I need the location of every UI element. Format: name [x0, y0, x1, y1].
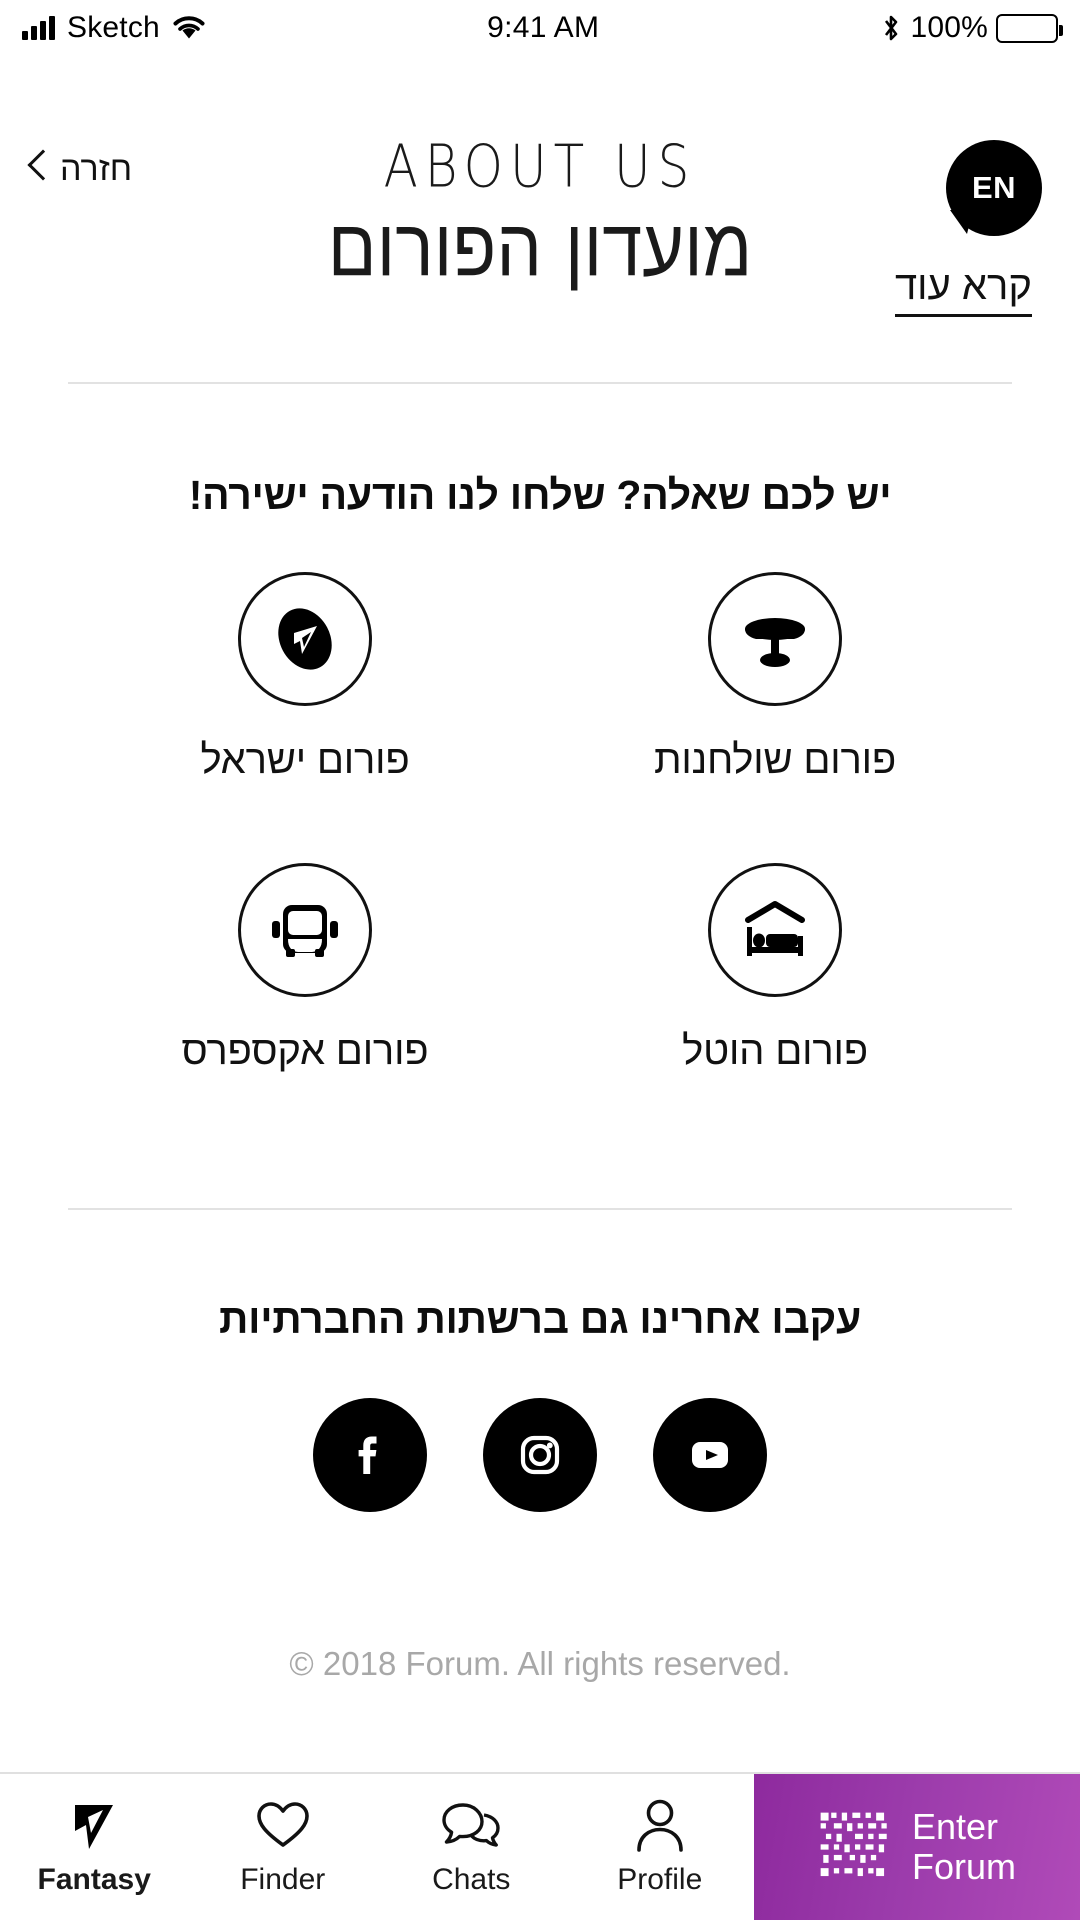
page-title-en: ABOUT US	[383, 132, 697, 201]
language-toggle-button[interactable]: EN	[946, 140, 1042, 236]
youtube-icon	[692, 1442, 728, 1468]
qr-code-icon	[820, 1812, 887, 1877]
divider-bottom	[68, 1208, 1012, 1210]
status-bar-left: Sketch	[22, 11, 206, 45]
forum-label: פורום ישראל	[200, 738, 410, 782]
status-bar-right: 100%	[880, 11, 1063, 45]
status-bar-center: 9:41 AM	[206, 11, 881, 45]
facebook-link[interactable]	[313, 1398, 427, 1512]
forum-label: פורום הוטל	[682, 1029, 868, 1073]
battery-percent-label: 100%	[910, 11, 988, 44]
enter-forum-line1: Enter	[911, 1805, 999, 1847]
language-badge-label: EN	[971, 170, 1017, 205]
bluetooth-icon	[885, 15, 898, 41]
chat-bubbles-icon	[440, 1797, 502, 1853]
bottom-tab-bar: Fantasy Finder Chats Profile Enter Forum	[0, 1772, 1080, 1920]
tab-label: Finder	[240, 1863, 326, 1896]
battery-full-icon	[996, 13, 1063, 43]
about-us-screen: Sketch 9:41 AM 100% חזרה ABOUT US מועדון	[0, 0, 1080, 1920]
signal-bars-icon	[22, 16, 55, 40]
status-bar: Sketch 9:41 AM 100%	[0, 0, 1080, 56]
forum-label: פורום אקספרס	[181, 1029, 429, 1073]
fantasy-logo-icon	[67, 1797, 121, 1853]
tab-chats[interactable]: Chats	[377, 1774, 566, 1920]
tab-label: Chats	[432, 1863, 511, 1896]
heart-icon	[255, 1797, 311, 1853]
instagram-icon	[520, 1435, 560, 1475]
carrier-label: Sketch	[67, 11, 160, 44]
instagram-link[interactable]	[483, 1398, 597, 1512]
forums-section-title: יש לכם שאלה? שלחו לנו הודעה ישירה!	[188, 472, 892, 518]
table-icon	[708, 572, 842, 706]
youtube-link[interactable]	[653, 1398, 767, 1512]
enter-forum-label: Enter Forum	[911, 1805, 1016, 1888]
divider-top	[68, 382, 1012, 384]
facebook-icon	[358, 1436, 377, 1474]
tab-list: Fantasy Finder Chats Profile	[0, 1774, 754, 1920]
enter-forum-button[interactable]: Enter Forum	[754, 1774, 1080, 1920]
tab-label: Profile	[617, 1863, 703, 1896]
page-title: ABOUT US מועדון הפורום	[0, 132, 1080, 290]
page-header: חזרה ABOUT US מועדון הפורום EN קרא עוד	[0, 58, 1080, 388]
forum-israel-logo-icon	[238, 572, 372, 706]
forum-label: פורום שולחנות	[653, 738, 897, 782]
bus-icon	[238, 863, 372, 997]
forums-grid: פורום שולחנות פורום ישראל פורום הוטל פור…	[70, 572, 1010, 1074]
wifi-icon	[173, 16, 205, 39]
tab-fantasy[interactable]: Fantasy	[0, 1774, 189, 1920]
tab-profile[interactable]: Profile	[566, 1774, 755, 1920]
person-icon	[634, 1797, 686, 1853]
forum-item-tables[interactable]: פורום שולחנות	[540, 572, 1010, 783]
forum-item-express[interactable]: פורום אקספרס	[70, 863, 540, 1074]
read-more-link[interactable]: קרא עוד	[894, 264, 1032, 317]
forum-item-hotel[interactable]: פורום הוטל	[540, 863, 1010, 1074]
tab-label: Fantasy	[37, 1863, 151, 1896]
forum-item-israel[interactable]: פורום ישראל	[70, 572, 540, 783]
social-links	[0, 1398, 1080, 1512]
bed-hotel-icon	[708, 863, 842, 997]
clock-label: 9:41 AM	[487, 11, 600, 44]
social-section-title: עקבו אחרינו גם ברשתות החברתיות	[219, 1296, 861, 1342]
copyright-text: © 2018 Forum. All rights reserved.	[289, 1645, 791, 1682]
language-bubble: EN	[946, 140, 1042, 236]
tab-finder[interactable]: Finder	[189, 1774, 378, 1920]
enter-forum-line2: Forum	[911, 1846, 1016, 1887]
